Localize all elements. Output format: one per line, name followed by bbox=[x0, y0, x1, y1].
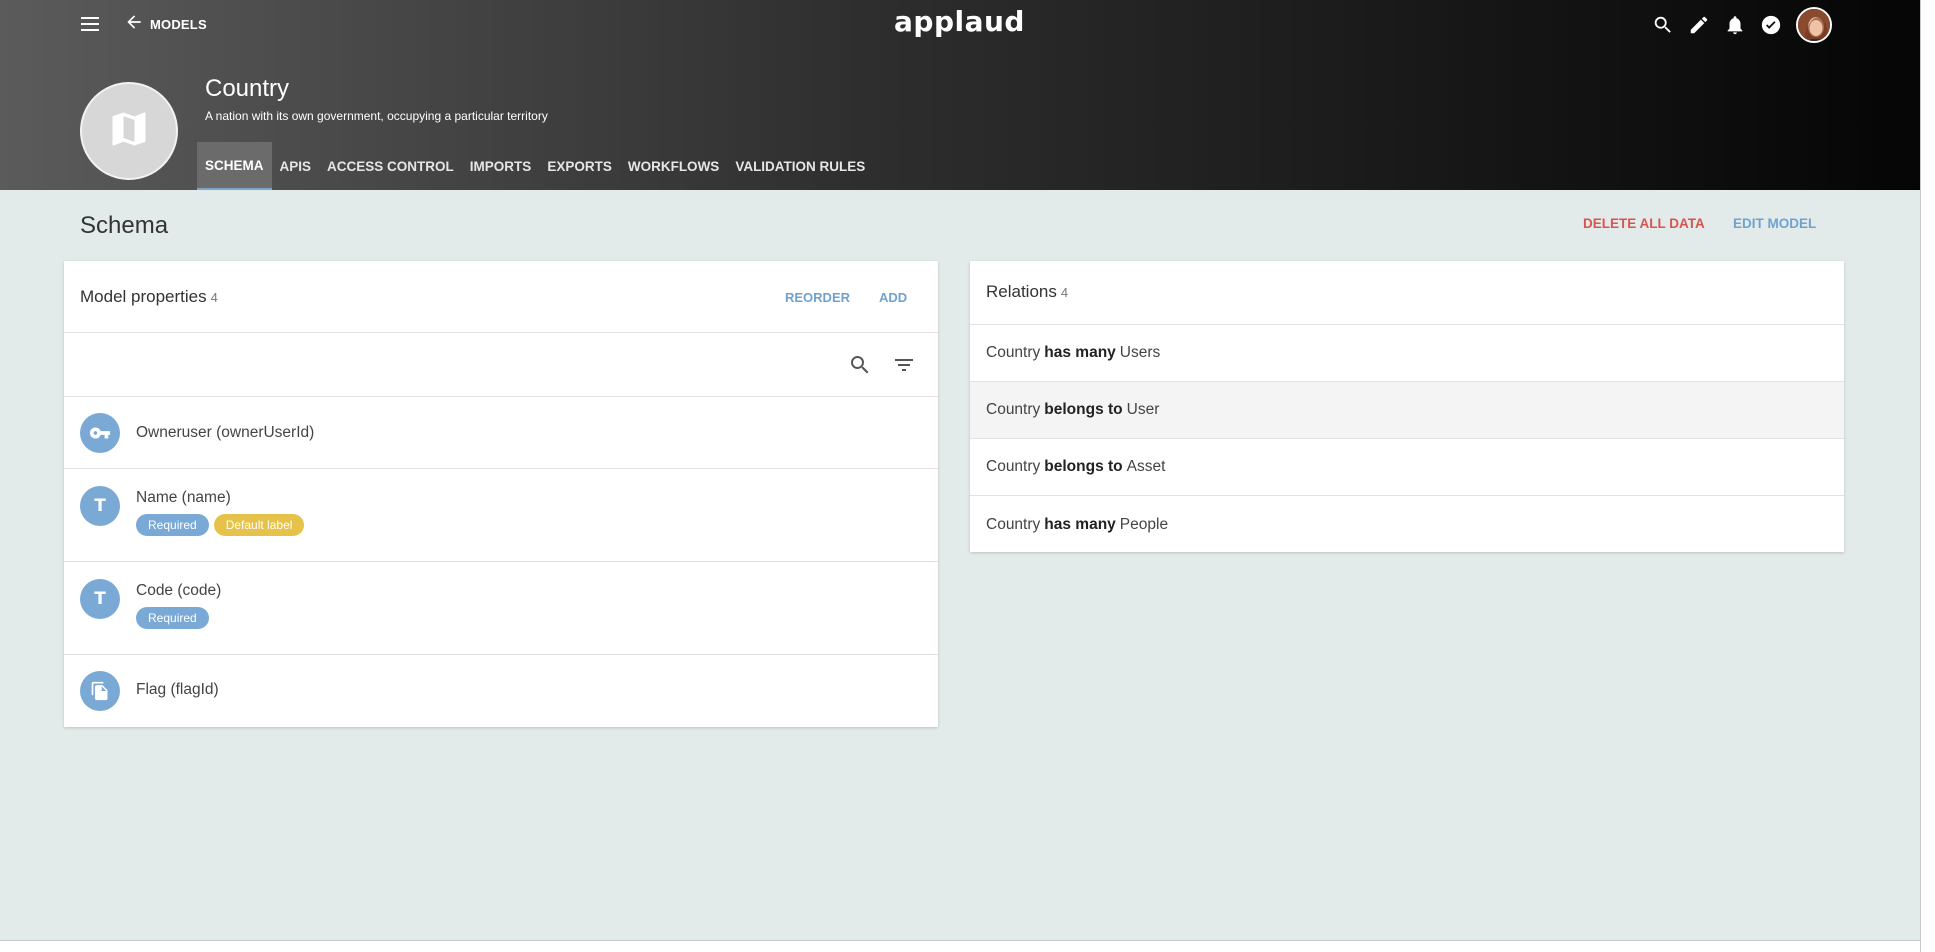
section-title: Schema bbox=[80, 212, 169, 239]
edit-model-button[interactable]: EDIT MODEL bbox=[1733, 216, 1816, 231]
model-tabs: SCHEMA APIS ACCESS CONTROL IMPORTS EXPOR… bbox=[197, 142, 873, 190]
relations-label: Relations bbox=[986, 282, 1057, 301]
search-icon[interactable] bbox=[1650, 12, 1676, 38]
key-icon bbox=[80, 413, 120, 453]
relation-row[interactable]: Country belongs to Asset bbox=[970, 439, 1844, 496]
menu-icon[interactable] bbox=[78, 14, 102, 34]
relation-verb: has many bbox=[1044, 515, 1116, 533]
check-circle-icon[interactable] bbox=[1758, 12, 1784, 38]
tab-access-control[interactable]: ACCESS CONTROL bbox=[319, 142, 462, 190]
relation-verb: has many bbox=[1044, 344, 1116, 361]
tab-validation-rules[interactable]: VALIDATION RULES bbox=[727, 142, 873, 190]
arrow-back-icon bbox=[124, 12, 144, 37]
reorder-button[interactable]: REORDER bbox=[785, 290, 850, 305]
property-name: Code (code) bbox=[136, 582, 222, 599]
relation-target: Asset bbox=[1126, 458, 1166, 475]
user-avatar[interactable] bbox=[1796, 7, 1832, 43]
relation-target: User bbox=[1126, 401, 1160, 418]
map-icon bbox=[107, 107, 151, 156]
tab-imports[interactable]: IMPORTS bbox=[462, 142, 540, 190]
model-properties-card: Model properties 4 REORDER ADD Owneruser … bbox=[64, 261, 938, 727]
text-icon: T bbox=[80, 579, 120, 619]
relations-header: Relations 4 bbox=[970, 261, 1844, 325]
search-icon[interactable] bbox=[848, 353, 872, 377]
tab-workflows[interactable]: WORKFLOWS bbox=[620, 142, 727, 190]
property-name: Flag (flagId) bbox=[136, 681, 219, 698]
model-title: Country bbox=[205, 75, 290, 102]
delete-all-data-button[interactable]: DELETE ALL DATA bbox=[1583, 216, 1705, 231]
relations-title: Relations 4 bbox=[986, 282, 1068, 302]
text-icon-letter: T bbox=[94, 589, 106, 609]
relations-count: 4 bbox=[1060, 285, 1069, 300]
text-icon-letter: T bbox=[94, 496, 106, 516]
relation-subject: Country bbox=[986, 458, 1041, 475]
model-properties-count: 4 bbox=[210, 290, 218, 305]
tab-apis[interactable]: APIS bbox=[272, 142, 320, 190]
app-window: MODELS applaud Country A nation with its… bbox=[0, 0, 1920, 940]
property-name: Owneruser (ownerUserId) bbox=[136, 424, 315, 441]
add-property-button[interactable]: ADD bbox=[879, 290, 907, 305]
text-icon: T bbox=[80, 486, 120, 526]
app-logo: applaud bbox=[894, 5, 1025, 38]
file-icon bbox=[80, 671, 120, 711]
back-to-models-link[interactable]: MODELS bbox=[124, 12, 207, 36]
relation-row[interactable]: Country belongs to User bbox=[970, 382, 1844, 439]
relation-row[interactable]: Country has many People bbox=[970, 496, 1844, 553]
property-row[interactable]: Owneruser (ownerUserId) bbox=[64, 397, 938, 469]
required-tag: Required bbox=[136, 607, 209, 629]
property-tags: Required bbox=[136, 607, 214, 629]
required-tag: Required bbox=[136, 514, 209, 536]
tab-schema[interactable]: SCHEMA bbox=[197, 142, 272, 190]
property-name: Name (name) bbox=[136, 489, 231, 506]
window-edge-right bbox=[1920, 0, 1935, 952]
relation-subject: Country bbox=[986, 401, 1041, 418]
relation-target: People bbox=[1119, 515, 1169, 533]
tab-exports[interactable]: EXPORTS bbox=[539, 142, 620, 190]
back-label: MODELS bbox=[150, 16, 207, 32]
relation-subject: Country bbox=[986, 515, 1041, 533]
relations-card: Relations 4 Country has many Users Countr… bbox=[970, 261, 1844, 552]
property-row[interactable]: T Name (name) Required Default label bbox=[64, 469, 938, 562]
filter-icon[interactable] bbox=[892, 353, 916, 377]
window-edge-bottom bbox=[0, 940, 1920, 952]
relation-target: Users bbox=[1119, 344, 1161, 361]
model-description: A nation with its own government, occupy… bbox=[205, 109, 548, 123]
model-properties-header: Model properties 4 REORDER ADD bbox=[64, 261, 938, 333]
relation-row[interactable]: Country has many Users bbox=[970, 325, 1844, 382]
relation-verb: belongs to bbox=[1044, 401, 1123, 418]
property-row[interactable]: T Code (code) Required bbox=[64, 562, 938, 655]
model-properties-title: Model properties 4 bbox=[80, 287, 218, 307]
header-actions bbox=[1650, 7, 1832, 43]
properties-toolbar bbox=[64, 333, 938, 397]
property-tags: Required Default label bbox=[136, 514, 309, 536]
model-avatar bbox=[80, 82, 178, 180]
relation-verb: belongs to bbox=[1044, 458, 1123, 475]
edit-icon[interactable] bbox=[1686, 12, 1712, 38]
relation-subject: Country bbox=[986, 344, 1041, 361]
bell-icon[interactable] bbox=[1722, 12, 1748, 38]
page-header: MODELS applaud Country A nation with its… bbox=[0, 0, 1920, 190]
default-label-tag: Default label bbox=[213, 514, 305, 536]
model-properties-label: Model properties bbox=[80, 287, 207, 306]
property-row[interactable]: Flag (flagId) bbox=[64, 655, 938, 725]
